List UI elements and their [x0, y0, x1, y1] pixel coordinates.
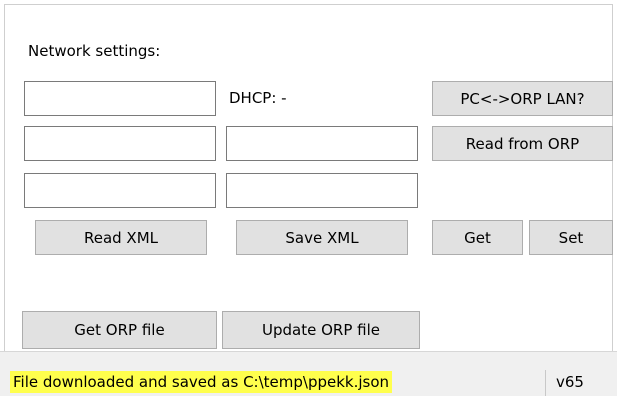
- read-xml-button[interactable]: Read XML: [35, 220, 207, 255]
- pc-orp-lan-button[interactable]: PC<->ORP LAN?: [432, 81, 613, 116]
- dhcp-status-label: DHCP: -: [229, 89, 287, 107]
- save-xml-button[interactable]: Save XML: [236, 220, 408, 255]
- network-field-row3-col1[interactable]: [24, 173, 216, 208]
- update-orp-file-button[interactable]: Update ORP file: [222, 311, 420, 349]
- get-button[interactable]: Get: [432, 220, 523, 255]
- network-field-row2-col2[interactable]: [226, 126, 418, 161]
- read-from-orp-button[interactable]: Read from ORP: [432, 126, 613, 161]
- network-settings-label: Network settings:: [28, 42, 161, 60]
- status-bar: File downloaded and saved as C:\temp\ppe…: [0, 351, 617, 396]
- get-orp-file-button[interactable]: Get ORP file: [22, 311, 217, 349]
- window-border-top: [4, 4, 613, 5]
- network-field-row3-col2[interactable]: [226, 173, 418, 208]
- status-message: File downloaded and saved as C:\temp\ppe…: [10, 371, 393, 393]
- status-separator: [545, 370, 546, 396]
- version-label: v65: [556, 373, 584, 391]
- set-button[interactable]: Set: [529, 220, 613, 255]
- window-border-right: [612, 4, 613, 351]
- network-field-row1-col1[interactable]: [24, 81, 216, 116]
- app-window: Network settings: DHCP: - PC<->ORP LAN? …: [0, 0, 617, 396]
- network-field-row2-col1[interactable]: [24, 126, 216, 161]
- window-border-left: [4, 4, 5, 351]
